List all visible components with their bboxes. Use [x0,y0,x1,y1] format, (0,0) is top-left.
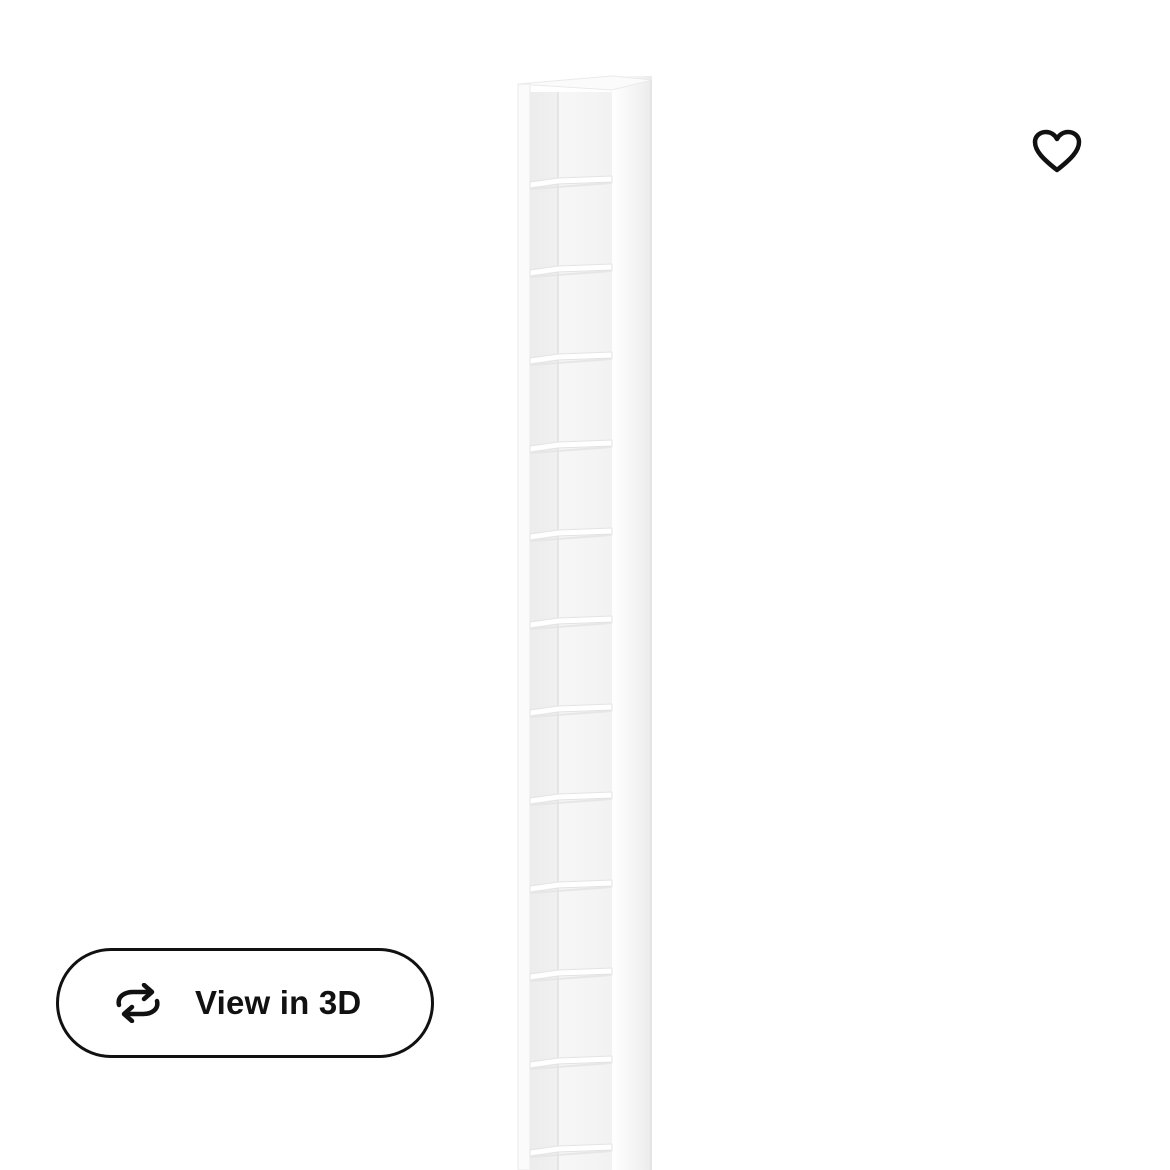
view-in-3d-button[interactable]: View in 3D [56,948,434,1058]
rotate-3d-icon [111,983,165,1023]
view-in-3d-label: View in 3D [195,984,362,1021]
shelf-side-panel [612,76,652,1170]
shelf-unit [517,75,653,1170]
heart-outline-icon [1031,128,1083,177]
product-image-viewer: View in 3D [0,0,1170,1170]
favourite-button[interactable] [1025,120,1089,184]
shelf-left-frame [517,83,531,1170]
